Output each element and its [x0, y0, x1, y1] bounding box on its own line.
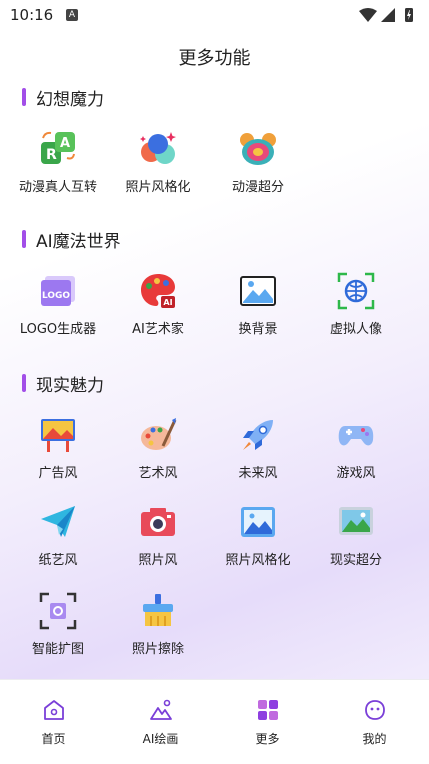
status-bar: 10:16 A	[0, 0, 429, 30]
feature-reality-upscale[interactable]: 现实超分	[306, 503, 406, 573]
photo-frame-icon	[241, 507, 275, 537]
status-time: 10:16	[10, 6, 54, 24]
virtual-portrait-icon	[337, 272, 375, 310]
wifi-icon	[359, 8, 377, 22]
ai-artist-palette-icon: AI	[141, 274, 175, 308]
feature-label: 艺术风	[138, 466, 178, 481]
section-title: AI魔法世界	[36, 231, 121, 252]
anime-real-swap-icon: R A	[41, 131, 75, 164]
tab-label: AI绘画	[142, 732, 179, 746]
page-title: 更多功能	[178, 48, 251, 69]
feature-future-style[interactable]: 未来风	[208, 416, 308, 486]
section-header-fantasy: 幻想魔力	[22, 87, 104, 110]
feature-virtual-portrait[interactable]: 虚拟人像	[306, 272, 406, 342]
tab-label: 首页	[41, 732, 66, 746]
section-accent-bar	[22, 374, 26, 392]
feature-label: LOGO生成器	[19, 322, 97, 337]
feature-label: 虚拟人像	[329, 322, 382, 337]
feature-smart-expand[interactable]: 智能扩图	[8, 592, 108, 662]
feature-label: 照片风	[138, 553, 178, 568]
feature-anime-upscale[interactable]: 动漫超分	[208, 130, 308, 200]
feature-label: 广告风	[38, 466, 78, 481]
feature-label: 照片风格化	[225, 553, 291, 568]
profile-face-icon	[365, 700, 385, 720]
feature-anime-real-swap[interactable]: R A 动漫真人互转	[8, 130, 108, 200]
feature-photo-erase[interactable]: 照片擦除	[108, 592, 208, 662]
more-grid-icon	[258, 700, 278, 720]
svg-text:A: A	[60, 136, 70, 151]
tab-home[interactable]: 首页	[0, 698, 107, 748]
feature-change-background[interactable]: 换背景	[208, 272, 308, 342]
feature-label: 换背景	[238, 322, 278, 337]
tab-more[interactable]: 更多	[214, 698, 321, 748]
photo-stylize-bubbles-icon	[140, 132, 176, 164]
section-accent-bar	[22, 230, 26, 248]
feature-label: 纸艺风	[38, 553, 78, 568]
feature-logo-generator[interactable]: LOGO LOGO生成器	[8, 272, 108, 342]
tab-profile[interactable]: 我的	[321, 698, 428, 748]
feature-label: 现实超分	[329, 553, 382, 568]
logo-generator-icon: LOGO	[41, 276, 75, 306]
feature-game-style[interactable]: 游戏风	[306, 416, 406, 486]
billboard-icon	[41, 419, 75, 452]
tab-label: 我的	[362, 732, 387, 746]
rocket-icon	[243, 420, 273, 450]
gamepad-icon	[338, 426, 374, 446]
bottom-tab-bar: 首页 AI绘画 更多 我的	[0, 680, 429, 764]
smart-expand-icon	[39, 592, 77, 630]
feature-photo-style[interactable]: 照片风	[108, 503, 208, 573]
camera-icon	[141, 508, 175, 536]
feature-photo-stylize[interactable]: 照片风格化	[108, 130, 208, 200]
paper-plane-icon	[41, 506, 75, 537]
anime-upscale-icon	[240, 133, 276, 165]
feature-label: 游戏风	[336, 466, 376, 481]
feature-label: 未来风	[238, 466, 278, 481]
ai-painting-icon	[150, 699, 172, 720]
logo-icon-text: LOGO	[42, 291, 70, 301]
status-indicators	[359, 8, 413, 22]
feature-ad-style[interactable]: 广告风	[8, 416, 108, 486]
landscape-upscale-icon	[339, 507, 373, 535]
home-icon	[44, 700, 64, 720]
feature-label: AI艺术家	[132, 322, 184, 337]
feature-label: 照片风格化	[125, 180, 191, 195]
feature-art-style[interactable]: 艺术风	[108, 416, 208, 486]
change-background-icon	[240, 276, 276, 306]
notification-icon: A	[66, 9, 78, 21]
feature-photo-stylize-2[interactable]: 照片风格化	[208, 503, 308, 573]
feature-label: 动漫真人互转	[18, 180, 97, 195]
ai-icon-text: AI	[163, 298, 172, 307]
feature-label: 动漫超分	[231, 180, 284, 195]
section-header-reality: 现实魅力	[22, 373, 104, 396]
section-title: 幻想魔力	[36, 89, 104, 110]
feature-label: 智能扩图	[31, 642, 84, 657]
section-title: 现实魅力	[36, 375, 104, 396]
feature-paper-style[interactable]: 纸艺风	[8, 503, 108, 573]
feature-ai-artist[interactable]: AI AI艺术家	[108, 272, 208, 342]
art-palette-icon	[141, 418, 177, 450]
section-header-ai-magic: AI魔法世界	[22, 229, 121, 252]
cell-signal-icon	[381, 8, 395, 22]
section-accent-bar	[22, 88, 26, 106]
photo-erase-brush-icon	[143, 594, 173, 626]
tab-label: 更多	[255, 732, 280, 746]
tab-ai-painting[interactable]: AI绘画	[107, 698, 214, 748]
feature-label: 照片擦除	[131, 642, 184, 657]
